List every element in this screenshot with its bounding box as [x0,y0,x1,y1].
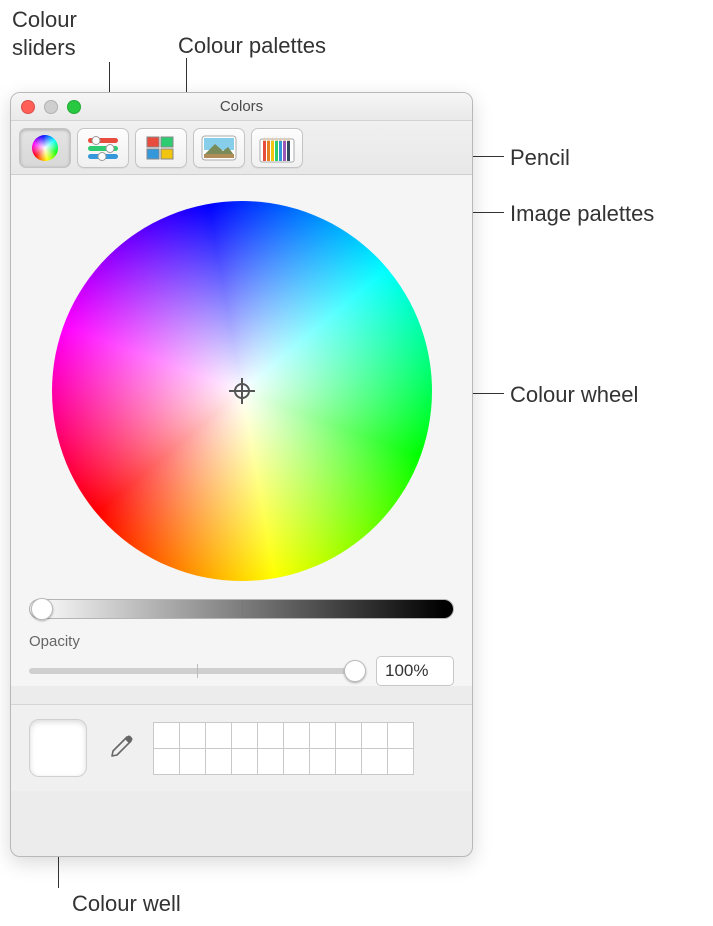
swatch-cell[interactable] [361,722,388,749]
window-controls [21,100,81,114]
close-icon[interactable] [21,100,35,114]
callout-sliders-label: Coloursliders [12,6,77,61]
callout-palettes-label: Colour palettes [178,32,326,60]
swatch-cell[interactable] [153,722,180,749]
swatch-cell[interactable] [335,722,362,749]
opacity-label: Opacity [29,633,454,650]
brightness-thumb[interactable] [31,598,53,620]
swatch-cell[interactable] [153,748,180,775]
swatch-cell[interactable] [205,748,232,775]
swatch-cell[interactable] [179,748,206,775]
swatch-cell[interactable] [387,722,414,749]
swatch-grid [153,722,413,774]
swatch-cell[interactable] [335,748,362,775]
tab-image-palettes[interactable] [193,128,245,168]
minimize-icon[interactable] [44,100,58,114]
callout-image-palettes-label: Image palettes [510,200,654,228]
swatch-cell[interactable] [361,748,388,775]
colors-window: Colors [10,92,473,857]
swatch-cell[interactable] [257,748,284,775]
swatch-cell[interactable] [205,722,232,749]
titlebar: Colors [11,93,472,121]
pencils-icon [259,133,295,163]
swatch-cell[interactable] [257,722,284,749]
opacity-field[interactable] [376,656,454,686]
colour-well[interactable] [29,719,87,777]
swatch-cell[interactable] [283,722,310,749]
colour-wheel-icon [30,133,60,163]
swatch-cell[interactable] [179,722,206,749]
swatch-cell[interactable] [231,748,258,775]
opacity-thumb[interactable] [344,660,366,682]
image-icon [201,135,237,161]
callout-pencil-label: Pencil [510,144,570,172]
sliders-icon [86,134,120,162]
palettes-icon [144,134,178,162]
swatch-cell[interactable] [283,748,310,775]
swatch-cell[interactable] [231,722,258,749]
callout-colour-wheel-label: Colour wheel [510,381,638,409]
swatch-cell[interactable] [387,748,414,775]
color-wheel-panel: Opacity [11,175,472,686]
tab-pencils[interactable] [251,128,303,168]
colour-wheel[interactable] [52,201,432,581]
swatch-cell[interactable] [309,748,336,775]
footer [11,704,472,791]
eyedropper-button[interactable] [103,731,137,765]
zoom-icon[interactable] [67,100,81,114]
swatch-cell[interactable] [309,722,336,749]
toolbar [11,121,472,175]
brightness-slider[interactable] [29,599,454,619]
eyedropper-icon [105,733,135,763]
callout-colour-well-label: Colour well [72,890,181,918]
tab-colour-wheel[interactable] [19,128,71,168]
opacity-slider[interactable] [29,668,364,674]
tab-colour-sliders[interactable] [77,128,129,168]
wheel-crosshair-icon [229,378,255,404]
tab-colour-palettes[interactable] [135,128,187,168]
